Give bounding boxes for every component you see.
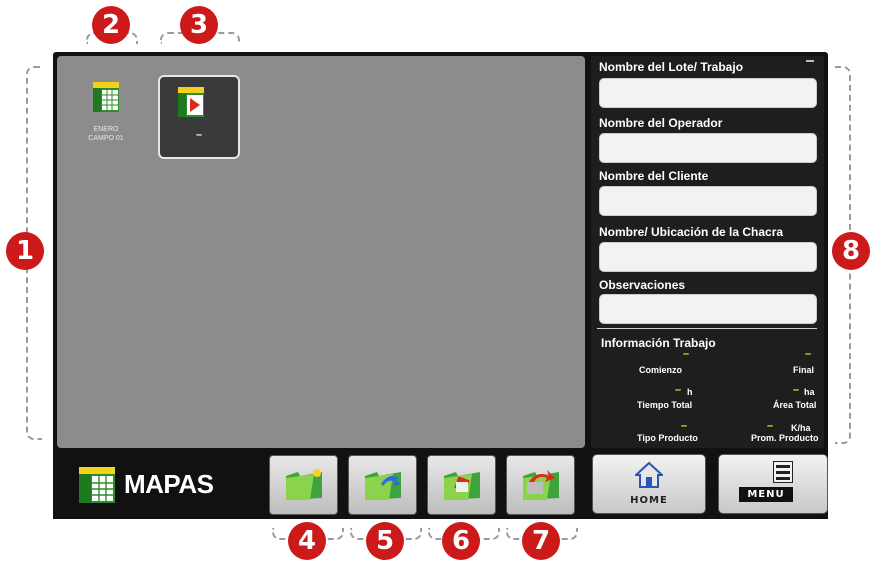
home-icon — [635, 461, 663, 488]
operador-label: Nombre del Operador — [599, 116, 723, 130]
panel-minimize-mark — [806, 60, 814, 62]
info-divider — [597, 328, 817, 329]
bottom-toolbar: MAPAS HOME MENU — [53, 450, 828, 519]
callout-4: 4 — [288, 522, 326, 560]
job-info-panel: Nombre del Lote/ Trabajo Nombre del Oper… — [591, 56, 824, 448]
area-unit: ha — [804, 387, 815, 397]
prom-producto-label: Prom. Producto — [751, 433, 819, 443]
observaciones-field[interactable] — [599, 294, 817, 324]
mapas-grid-icon — [79, 467, 115, 503]
chacra-field[interactable] — [599, 242, 817, 272]
comienzo-label: Comienzo — [639, 365, 683, 375]
map-file-selected[interactable]: – — [158, 75, 240, 159]
menu-icon — [773, 461, 793, 483]
tipo-producto-value: – — [681, 420, 688, 432]
chacra-label: Nombre/ Ubicación de la Chacra — [599, 225, 784, 239]
final-label: Final — [793, 365, 815, 375]
delete-folder-icon — [444, 472, 480, 500]
screen-title: MAPAS — [124, 469, 214, 499]
tiempo-value: – — [675, 384, 682, 396]
cliente-field[interactable] — [599, 186, 817, 216]
observaciones-label: Observaciones — [599, 278, 686, 292]
grid-map-file-icon — [93, 82, 119, 112]
prom-producto-value: – — [767, 420, 774, 432]
tiempo-unit: h — [687, 387, 693, 397]
cliente-label: Nombre del Cliente — [599, 169, 709, 183]
lote-field[interactable] — [599, 78, 817, 108]
tipo-producto-label: Tipo Producto — [637, 433, 698, 443]
callout-7: 7 — [522, 522, 560, 560]
home-button[interactable]: HOME — [592, 454, 706, 514]
tiempo-total-label: Tiempo Total — [637, 400, 693, 410]
map-file-name: – — [195, 129, 203, 141]
info-title: Información Trabajo — [601, 336, 716, 350]
open-folder-icon — [523, 470, 559, 500]
prom-unit: K/ha — [791, 423, 811, 433]
new-folder-button[interactable] — [269, 455, 338, 515]
lote-label: Nombre del Lote/ Trabajo — [599, 60, 744, 74]
menu-button[interactable]: MENU — [718, 454, 828, 514]
final-value: – — [805, 348, 812, 360]
callout-2: 2 — [92, 6, 130, 44]
area-value: – — [793, 384, 800, 396]
callout-3: 3 — [180, 6, 218, 44]
comienzo-value: – — [683, 348, 690, 360]
callout-5: 5 — [366, 522, 404, 560]
map-file-name-line1: ENERO — [93, 126, 119, 133]
menu-label: MENU — [739, 487, 793, 502]
new-folder-icon — [286, 469, 322, 500]
delete-folder-button[interactable] — [427, 455, 496, 515]
play-map-file-icon — [178, 87, 204, 117]
home-label: HOME — [630, 495, 668, 506]
callout-1: 1 — [6, 232, 44, 270]
area-total-label: Área Total — [773, 400, 817, 410]
transfer-folder-button[interactable] — [348, 455, 417, 515]
open-folder-button[interactable] — [506, 455, 575, 515]
operador-field[interactable] — [599, 133, 817, 163]
transfer-folder-icon — [365, 472, 401, 500]
callout-6: 6 — [442, 522, 480, 560]
map-file-area: ENERO CAMPO 01 – — [57, 56, 585, 448]
callout-8: 8 — [832, 232, 870, 270]
map-file-name-line2: CAMPO 01 — [88, 135, 124, 142]
map-file-enero[interactable]: ENERO CAMPO 01 — [75, 76, 145, 166]
